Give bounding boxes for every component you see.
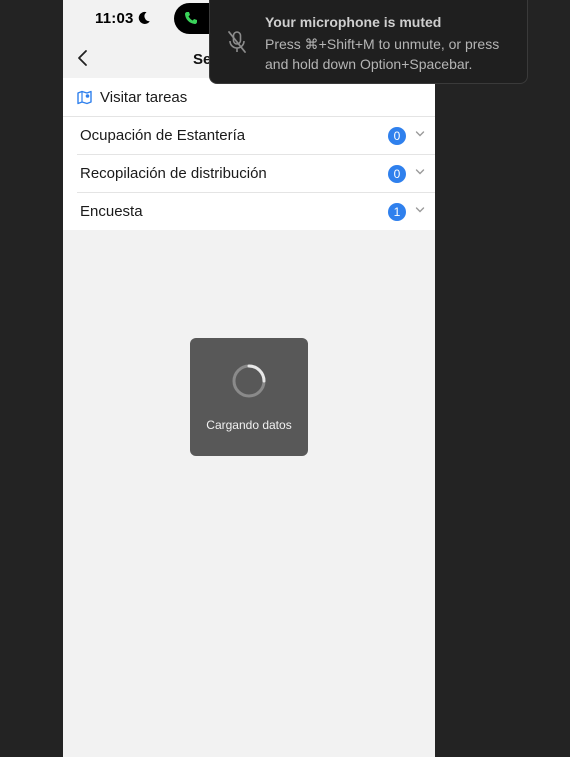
notification-body: Press ⌘+Shift+M to unmute, or press and …: [265, 36, 500, 72]
moon-icon: [138, 11, 150, 24]
task-row-label: Recopilación de distribución: [80, 165, 267, 182]
count-badge: 0: [388, 127, 406, 145]
task-row-label: Encuesta: [80, 203, 143, 220]
task-row-encuesta[interactable]: Encuesta 1: [77, 193, 435, 230]
status-time: 11:03: [95, 10, 134, 27]
task-row-ocupacion[interactable]: Ocupación de Estantería 0: [77, 117, 435, 155]
phone-screen: 11:03 Se Visitar tareas Ocupación de Est…: [63, 0, 435, 757]
loading-overlay: Cargando datos: [190, 338, 308, 456]
loading-text: Cargando datos: [206, 418, 292, 432]
chevron-down-icon: [415, 131, 425, 137]
count-badge: 1: [388, 203, 406, 221]
notification-title: Your microphone is muted: [265, 14, 442, 30]
chevron-down-icon: [415, 207, 425, 213]
phone-call-icon: [185, 12, 197, 24]
task-list-title: Visitar tareas: [100, 88, 188, 106]
task-row-recopilacion[interactable]: Recopilación de distribución 0: [77, 155, 435, 193]
task-list: Visitar tareas Ocupación de Estantería 0…: [63, 78, 435, 230]
spinner-icon: [232, 364, 266, 398]
microphone-muted-notification[interactable]: Your microphone is muted Press ⌘+Shift+M…: [209, 0, 528, 84]
back-icon[interactable]: [75, 49, 91, 67]
mic-muted-icon: [228, 31, 246, 53]
chevron-down-icon: [415, 169, 425, 175]
task-row-label: Ocupación de Estantería: [80, 127, 246, 144]
count-badge: 0: [388, 165, 406, 183]
map-icon: [77, 90, 92, 104]
screen: 11:03 Se Visitar tareas Ocupación de Est…: [0, 0, 570, 757]
